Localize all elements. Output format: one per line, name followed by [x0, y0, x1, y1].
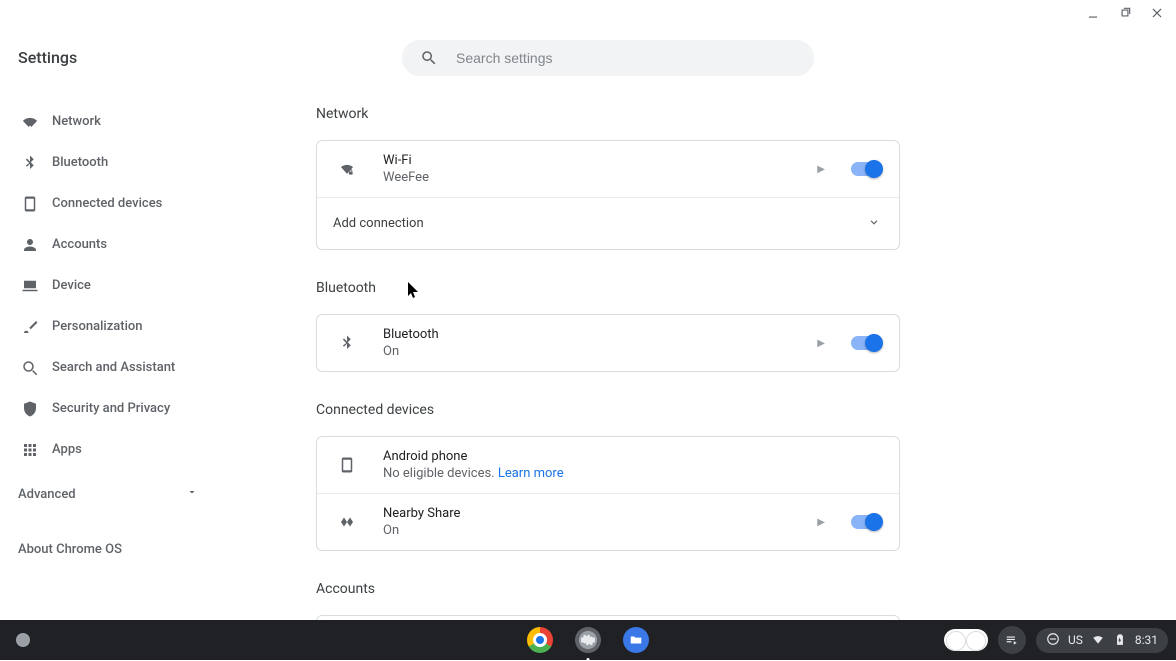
tray-avatar-pill[interactable] [944, 629, 988, 651]
section-title-network: Network [316, 106, 900, 122]
section-title-bluetooth: Bluetooth [316, 280, 900, 296]
sidebar-item-advanced[interactable]: Advanced [18, 474, 208, 514]
nearby-share-icon [333, 513, 361, 531]
sidebar-item-personalization[interactable]: Personalization [18, 306, 208, 347]
person-icon [20, 235, 40, 255]
app-title: Settings [18, 48, 208, 67]
wifi-icon [1091, 632, 1105, 649]
taskbar-settings[interactable] [571, 623, 605, 657]
battery-icon [1113, 632, 1127, 649]
wifi-lock-icon [333, 160, 361, 178]
nearby-share-row[interactable]: Nearby Share On ▶ [317, 493, 899, 550]
wifi-label: Wi-Fi [383, 153, 809, 168]
android-phone-label: Android phone [383, 449, 881, 464]
wifi-toggle[interactable] [851, 162, 881, 176]
bluetooth-icon [20, 153, 40, 173]
chevron-down-icon [867, 215, 881, 233]
sidebar-item-label: Apps [52, 442, 82, 457]
sidebar-item-label: Network [52, 114, 101, 129]
sidebar: Settings Network Bluetooth Connected dev… [0, 0, 216, 620]
sidebar-item-label: Search and Assistant [52, 360, 175, 375]
main: Network Wi-Fi WeeFee ▶ Add connection [216, 0, 1176, 620]
tray-lang: US [1068, 633, 1083, 647]
bluetooth-sub: On [383, 344, 809, 359]
chevron-down-icon [186, 486, 198, 502]
android-phone-row[interactable]: Android phone No eligible devices. Learn… [317, 437, 899, 493]
phone-icon [20, 194, 40, 214]
network-card: Wi-Fi WeeFee ▶ Add connection [316, 140, 900, 250]
chevron-right-icon: ▶ [817, 338, 825, 349]
sidebar-item-label: Bluetooth [52, 155, 108, 170]
search-bar[interactable] [402, 40, 814, 76]
add-connection-label: Add connection [333, 216, 867, 231]
shield-icon [20, 399, 40, 419]
sidebar-item-label: Device [52, 278, 91, 293]
nearby-share-toggle[interactable] [851, 515, 881, 529]
nearby-share-sub: On [383, 523, 809, 538]
sidebar-item-label: Accounts [52, 237, 107, 252]
sidebar-item-network[interactable]: Network [18, 101, 208, 142]
sidebar-item-device[interactable]: Device [18, 265, 208, 306]
sidebar-item-label: About Chrome OS [18, 542, 122, 557]
folder-icon [623, 627, 649, 653]
sidebar-item-apps[interactable]: Apps [18, 429, 208, 470]
dnd-icon [1046, 632, 1060, 649]
phone-icon [333, 456, 361, 474]
bluetooth-icon [333, 334, 361, 352]
wifi-icon [20, 112, 40, 132]
nav-list: Network Bluetooth Connected devices Acco… [18, 101, 208, 470]
search-icon [20, 358, 40, 378]
sidebar-item-search-assistant[interactable]: Search and Assistant [18, 347, 208, 388]
taskbar: US 8:31 [0, 620, 1176, 660]
search-input[interactable] [456, 50, 796, 66]
tray-status[interactable]: US 8:31 [1036, 628, 1168, 653]
section-title-connected: Connected devices [316, 402, 900, 418]
search-icon [420, 49, 438, 67]
bluetooth-label: Bluetooth [383, 327, 809, 342]
sidebar-item-bluetooth[interactable]: Bluetooth [18, 142, 208, 183]
sidebar-item-connected-devices[interactable]: Connected devices [18, 183, 208, 224]
sidebar-item-accounts[interactable]: Accounts [18, 224, 208, 265]
nearby-share-label: Nearby Share [383, 506, 809, 521]
taskbar-chrome[interactable] [523, 623, 557, 657]
sidebar-item-label: Connected devices [52, 196, 162, 211]
tray-time: 8:31 [1135, 633, 1158, 647]
android-phone-subtext: No eligible devices. [383, 466, 498, 481]
learn-more-link[interactable]: Learn more [498, 466, 564, 481]
brush-icon [20, 317, 40, 337]
tray-playlist-icon[interactable] [998, 626, 1026, 654]
sidebar-item-security-privacy[interactable]: Security and Privacy [18, 388, 208, 429]
wifi-row[interactable]: Wi-Fi WeeFee ▶ [317, 141, 899, 197]
sidebar-item-about[interactable]: About Chrome OS [18, 542, 208, 557]
bluetooth-row[interactable]: Bluetooth On ▶ [317, 315, 899, 371]
bluetooth-card: Bluetooth On ▶ [316, 314, 900, 372]
chrome-icon [527, 627, 553, 653]
launcher-button[interactable] [16, 633, 30, 647]
add-connection-row[interactable]: Add connection [317, 197, 899, 249]
chevron-right-icon: ▶ [817, 164, 825, 175]
sidebar-item-label: Security and Privacy [52, 401, 170, 416]
wifi-sub: WeeFee [383, 170, 809, 185]
chevron-right-icon: ▶ [817, 517, 825, 528]
laptop-icon [20, 276, 40, 296]
taskbar-files[interactable] [619, 623, 653, 657]
android-phone-sub: No eligible devices. Learn more [383, 466, 881, 481]
connected-card: Android phone No eligible devices. Learn… [316, 436, 900, 551]
sidebar-item-label: Advanced [18, 487, 76, 502]
sidebar-item-label: Personalization [52, 319, 143, 334]
apps-icon [20, 440, 40, 460]
section-title-accounts: Accounts [316, 581, 900, 597]
gear-icon [575, 627, 601, 653]
bluetooth-toggle[interactable] [851, 336, 881, 350]
